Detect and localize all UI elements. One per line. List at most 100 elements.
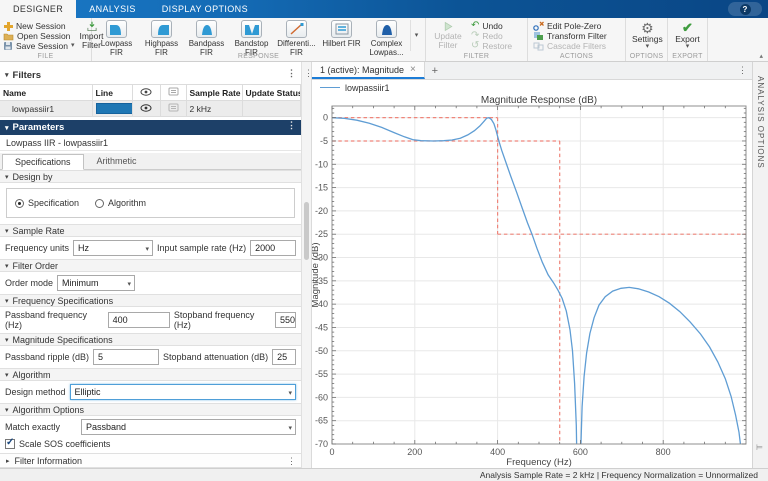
filter-order-header[interactable]: ▾ Filter Order [0, 259, 301, 272]
frequency-units-label: Frequency units [5, 243, 70, 253]
svg-text:-40: -40 [315, 299, 328, 309]
left-panel: ▾ Filters ⋮ Name Line Sample Rate Update… [0, 62, 302, 468]
match-exactly-select[interactable]: Passband ▾ [81, 419, 296, 435]
tab-specifications[interactable]: Specifications [2, 154, 84, 170]
ribbon-tabstrip: DESIGNER ANALYSIS DISPLAY OPTIONS ? [0, 0, 768, 18]
design-method-select[interactable]: Elliptic ▾ [69, 384, 296, 400]
save-icon [4, 42, 12, 50]
radio-algorithm[interactable]: Algorithm [95, 198, 146, 208]
eye-icon [140, 87, 152, 96]
tab-designer[interactable]: DESIGNER [0, 0, 77, 18]
magnitude-response-plot[interactable]: Magnitude Response (dB) Frequency (Hz) M… [312, 96, 752, 468]
cascade-filters-button[interactable]: Cascade Filters [533, 41, 620, 51]
open-session-button[interactable]: Open Session [3, 31, 75, 41]
highpass-fir-button[interactable]: Highpass FIR [140, 20, 183, 57]
match-exactly-label: Match exactly [5, 422, 61, 432]
order-mode-select[interactable]: Minimum ▾ [57, 275, 136, 291]
filter-information-header[interactable]: ▸ Filter Information ⋮ [0, 453, 301, 468]
settings-caret: ▾ [645, 43, 650, 50]
new-session-icon [4, 22, 13, 31]
response-gallery-expand[interactable]: ▾ [410, 20, 422, 51]
scale-sos-checkbox[interactable]: Scale SOS coefficients [5, 437, 110, 449]
collapse-ribbon-icon[interactable]: ▴ [759, 52, 763, 60]
update-filter-button[interactable]: Update Filter [429, 20, 467, 51]
figure-tab-magnitude[interactable]: 1 (active): Magnitude × [312, 62, 425, 79]
export-button[interactable]: ✔ Export ▾ [671, 20, 704, 51]
highpass-icon [157, 25, 169, 35]
design-by-header[interactable]: ▾ Design by [0, 170, 301, 183]
restore-button[interactable]: ↺ Restore [471, 41, 522, 52]
algorithm-header[interactable]: ▾ Algorithm [0, 368, 301, 381]
annotation-cell[interactable] [160, 100, 187, 117]
hilbert-icon [335, 23, 348, 35]
design-method-label: Design method [5, 387, 66, 397]
save-session-button[interactable]: Save Session ▾ [3, 41, 75, 51]
plot-generated-content: 0 200 400 600 800 0 -5 -10 -15 -20 -25 -30 -35 -40 -45… [315, 105, 747, 457]
line-swatch-cell[interactable] [92, 100, 133, 117]
legend-label: lowpassiir1 [345, 82, 390, 93]
bandpass-fir-button[interactable]: Bandpass FIR [185, 20, 228, 57]
tab-arithmetic[interactable]: Arithmetic [84, 153, 150, 169]
line-color-swatch[interactable] [95, 103, 131, 114]
stopband-attenuation-field[interactable]: 25 [272, 349, 296, 365]
edit-pole-zero-button[interactable]: Edit Pole-Zero [533, 21, 620, 31]
lowpass-fir-button[interactable]: Lowpass FIR [95, 20, 138, 57]
new-session-button[interactable]: New Session [3, 21, 75, 31]
svg-text:-35: -35 [315, 276, 328, 286]
filter-information-menu-icon[interactable]: ⋮ [287, 456, 296, 467]
chart-title: Magnitude Response (dB) [481, 96, 597, 106]
parameters-menu-icon[interactable]: ⋮ [287, 120, 296, 131]
parameters-panel-header[interactable]: ▾ Parameters ⋮ [0, 120, 301, 135]
svg-text:400: 400 [490, 447, 505, 457]
save-session-caret[interactable]: ▾ [71, 42, 75, 49]
section-filter: Update Filter ↶ Undo ↷ Redo ↺ Restore FI… [426, 18, 528, 61]
hilbert-fir-button[interactable]: Hilbert FIR [320, 20, 363, 51]
input-sample-rate-field[interactable]: 2000 [250, 240, 296, 256]
legend-box-icon [168, 103, 178, 112]
radio-icon [15, 198, 24, 208]
analysis-options-strip[interactable]: ANALYSIS OPTIONS ⊨ [752, 62, 768, 468]
chart-legend: lowpassiir1 [312, 80, 752, 95]
radio-specification[interactable]: Specification [15, 198, 79, 208]
options-caption: OPTIONS [629, 53, 664, 60]
passband-ripple-field[interactable]: 5 [93, 349, 160, 365]
figure-menu-icon[interactable]: ⋮ [738, 65, 747, 76]
dock-icon[interactable]: ⊨ [756, 443, 763, 452]
stopband-frequency-field[interactable]: 550 [274, 312, 296, 328]
tab-analysis[interactable]: ANALYSIS [76, 0, 149, 18]
filters-menu-icon[interactable]: ⋮ [287, 68, 296, 79]
svg-text:-30: -30 [315, 253, 328, 263]
magnitude-specifications-header[interactable]: ▾ Magnitude Specifications [0, 333, 301, 346]
transform-filter-button[interactable]: Transform Filter [533, 31, 620, 41]
bandstop-fir-button[interactable]: Bandstop FIR [230, 20, 273, 57]
visibility-cell[interactable] [132, 100, 161, 117]
left-panel-scrollbar-thumb[interactable] [304, 202, 309, 260]
filters-panel-header[interactable]: ▾ Filters ⋮ [0, 68, 301, 82]
visibility-column-header [132, 84, 161, 101]
frequency-units-select[interactable]: Hz ▾ [73, 240, 154, 256]
ribbon-toolbar: New Session Open Session Save Session ▾ [0, 18, 768, 62]
panel-splitter[interactable]: ⋮ [302, 62, 313, 468]
algorithm-options-header[interactable]: ▾ Algorithm Options [0, 403, 301, 416]
close-tab-icon[interactable]: × [410, 64, 416, 75]
help-button[interactable]: ? [728, 2, 762, 16]
new-figure-tab-button[interactable]: + [425, 62, 445, 79]
svg-text:-10: -10 [315, 159, 328, 169]
svg-text:200: 200 [407, 447, 422, 457]
collapse-triangle-icon: ▾ [5, 124, 9, 132]
complex-lowpass-button[interactable]: Complex Lowpas... [365, 20, 408, 57]
filter-row-lowpassiir1[interactable]: lowpassiir1 2 kHz [0, 100, 301, 117]
svg-text:-45: -45 [315, 322, 328, 332]
tab-display-options[interactable]: DISPLAY OPTIONS [149, 0, 261, 18]
passband-frequency-field[interactable]: 400 [107, 312, 170, 328]
parameters-subtitle: Lowpass IIR - lowpassiir1 [0, 135, 301, 151]
collapse-triangle-icon: ▾ [5, 72, 9, 79]
gear-icon: ⚙ [641, 20, 654, 36]
settings-button[interactable]: ⚙ Settings ▾ [629, 20, 666, 51]
differentiator-fir-button[interactable]: Differenti... FIR [275, 20, 318, 57]
svg-text:-5: -5 [320, 136, 328, 146]
svg-text:0: 0 [329, 447, 334, 457]
section-actions: Edit Pole-Zero Transform Filter Cascade … [528, 18, 626, 61]
frequency-specifications-header[interactable]: ▾ Frequency Specifications [0, 294, 301, 307]
sample-rate-header[interactable]: ▾ Sample Rate [0, 224, 301, 237]
